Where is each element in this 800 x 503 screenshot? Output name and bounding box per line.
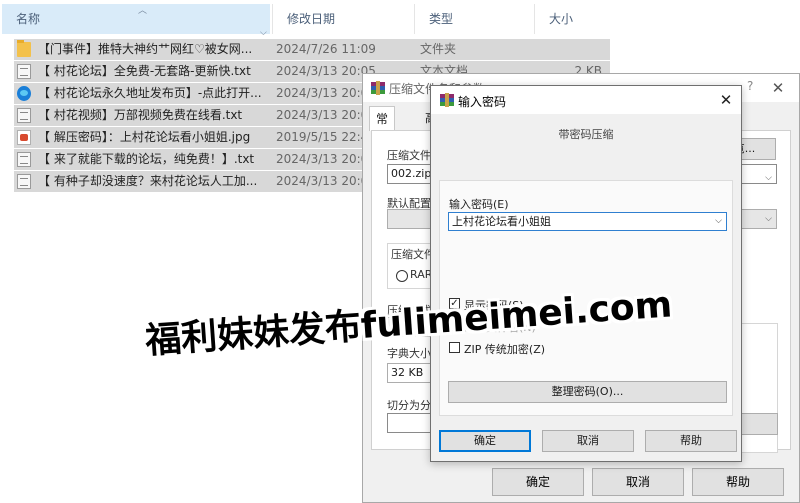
encrypt-names-label: 加密文件名(N): [464, 321, 536, 334]
ok-button[interactable]: 确定: [439, 430, 531, 452]
chevron-down-icon[interactable]: ⌵: [715, 213, 722, 230]
dict-label: 字典大小: [387, 347, 431, 360]
password-dialog-title: 输入密码: [458, 95, 507, 109]
tab-general[interactable]: 常规: [369, 106, 396, 150]
organize-passwords-button[interactable]: 整理密码(O)...: [448, 381, 727, 403]
help-icon[interactable]: ?: [747, 79, 753, 93]
cancel-button[interactable]: 取消: [542, 430, 634, 452]
help-button[interactable]: 帮助: [645, 430, 737, 452]
text-file-icon: [17, 152, 31, 167]
rar-radio[interactable]: [396, 270, 408, 282]
column-date[interactable]: 修改日期: [272, 4, 414, 34]
winrar-icon: [371, 81, 385, 95]
method-label: 压缩方式: [387, 304, 431, 317]
text-file-icon: [17, 174, 31, 189]
zip-legacy-checkbox[interactable]: [449, 342, 460, 353]
chevron-down-icon: ⌵: [765, 214, 772, 224]
column-header: 名称 ︿ ⌵ 修改日期 类型 大小: [0, 0, 800, 38]
column-type[interactable]: 类型: [414, 4, 534, 34]
column-name[interactable]: 名称 ︿ ⌵: [2, 4, 270, 38]
sort-up-icon: ︿: [138, 6, 148, 16]
chevron-down-icon: ⌵: [765, 173, 772, 183]
help-button[interactable]: 帮助: [692, 468, 784, 496]
edge-icon: [17, 86, 31, 101]
ok-button[interactable]: 确定: [492, 468, 584, 496]
image-file-icon: [17, 130, 31, 145]
close-icon[interactable]: ✕: [763, 76, 793, 100]
password-dialog: 输入密码 ✕ 带密码压缩 输入密码(E) 上村花论坛看小姐姐 ⌵ ✓ 显示密码(…: [430, 85, 742, 462]
show-password-label: 显示密码(S): [464, 299, 524, 312]
text-file-icon: [17, 108, 31, 123]
column-size[interactable]: 大小: [534, 4, 612, 34]
password-input[interactable]: 上村花论坛看小姐姐 ⌵: [448, 212, 727, 231]
cancel-button[interactable]: 取消: [592, 468, 684, 496]
zip-legacy-label: ZIP 传统加密(Z): [464, 343, 546, 356]
text-file-icon: [17, 64, 31, 79]
show-password-checkbox[interactable]: ✓: [449, 298, 460, 309]
password-label: 输入密码(E): [449, 198, 509, 211]
encrypt-names-checkbox[interactable]: [449, 320, 460, 331]
password-dialog-subtitle: 带密码压缩: [558, 128, 614, 141]
winrar-icon: [440, 93, 454, 107]
password-dialog-titlebar: 输入密码 ✕: [431, 86, 741, 114]
file-row[interactable]: 【门事件】推特大神约艹网红♡被女网... 2024/7/26 11:09 文件夹: [14, 39, 610, 60]
close-icon[interactable]: ✕: [713, 88, 739, 112]
folder-icon: [17, 40, 31, 57]
